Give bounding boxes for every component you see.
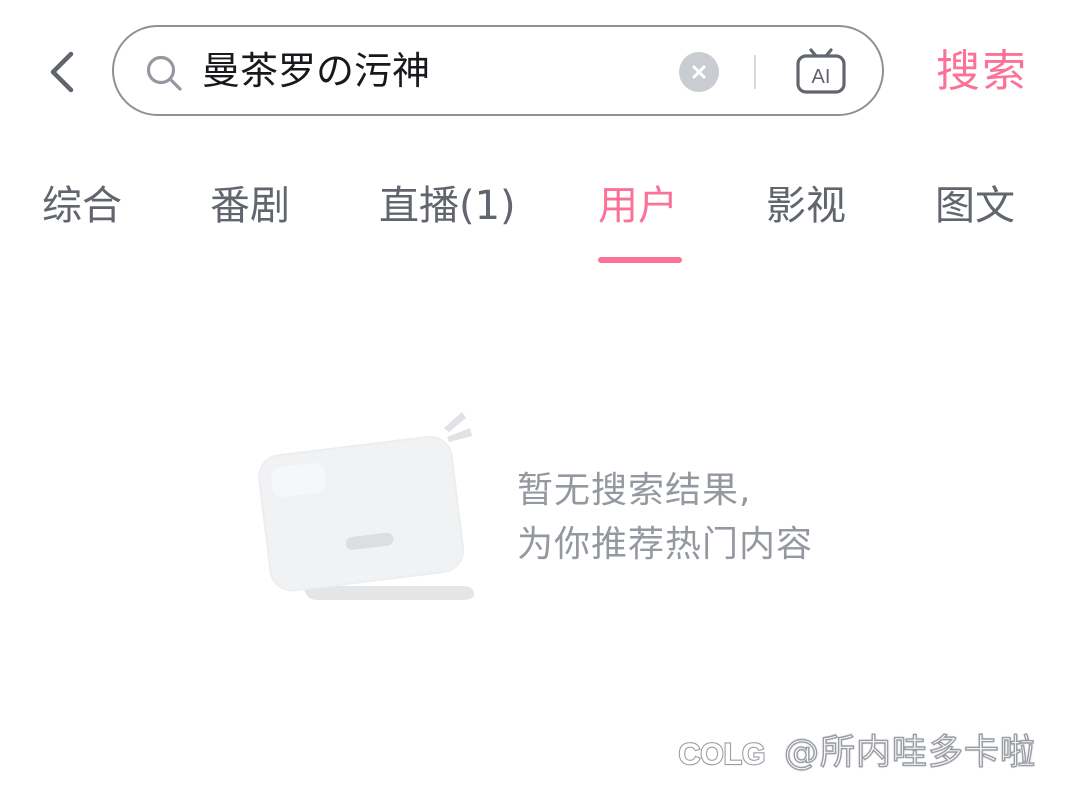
empty-state-line-1: 暂无搜索结果, — [517, 470, 752, 511]
tab-bangumi[interactable]: 番剧 — [210, 176, 290, 236]
search-input[interactable] — [202, 43, 662, 99]
clear-button[interactable] — [679, 52, 719, 92]
watermark-text: @所内哇多卡啦 — [783, 732, 1037, 773]
clear-icon — [692, 65, 706, 79]
search-box-divider — [754, 55, 756, 89]
tab-users[interactable]: 用户 — [598, 176, 678, 236]
watermark: COLG @所内哇多卡啦 — [670, 728, 1036, 778]
active-tab-indicator — [598, 257, 682, 263]
chevron-left-icon — [50, 51, 74, 93]
search-icon — [146, 55, 182, 91]
empty-state-line-2: 为你推荐热门内容 — [517, 524, 814, 565]
tab-comprehensive[interactable]: 综合 — [42, 176, 122, 236]
search-result-tabs: 综合 番剧 直播(1) 用户 影视 图文 — [0, 176, 1079, 266]
search-submit-button[interactable]: 搜索 — [936, 44, 1028, 100]
colg-logo: COLG — [678, 737, 767, 772]
svg-text:AI: AI — [812, 66, 831, 88]
tab-articles[interactable]: 图文 — [935, 176, 1015, 236]
tab-live[interactable]: 直播(1) — [379, 176, 516, 236]
back-button[interactable] — [38, 48, 86, 96]
empty-state-message: 暂无搜索结果, 为你推荐热门内容 — [517, 464, 813, 572]
tab-film[interactable]: 影视 — [766, 176, 846, 236]
svg-text:COLG: COLG — [679, 738, 766, 771]
empty-tv-illustration — [258, 412, 474, 600]
search-box[interactable]: AI — [112, 25, 884, 116]
ai-tv-icon[interactable]: AI — [794, 44, 848, 98]
